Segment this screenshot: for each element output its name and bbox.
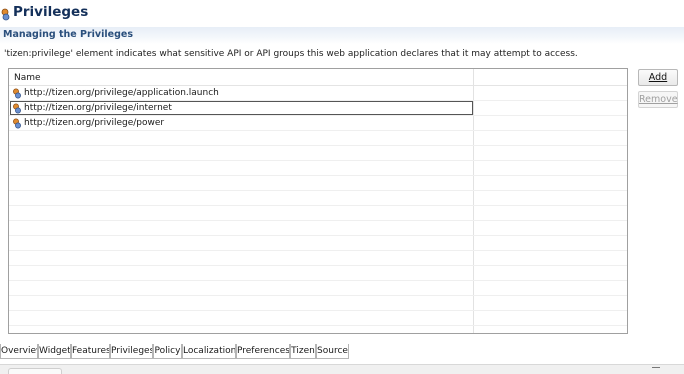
empty-row bbox=[9, 176, 627, 191]
table-row[interactable]: http://tizen.org/privilege/internet bbox=[9, 101, 627, 116]
privilege-key-icon bbox=[1, 8, 10, 21]
table-row[interactable]: http://tizen.org/privilege/application.l… bbox=[9, 86, 627, 101]
privilege-icon bbox=[13, 88, 21, 99]
privilege-name: http://tizen.org/privilege/internet bbox=[24, 103, 172, 113]
empty-row bbox=[9, 251, 627, 266]
tab-policy[interactable]: Policy bbox=[153, 344, 182, 359]
page-title: Privileges bbox=[13, 4, 89, 20]
editor-header: Privileges bbox=[0, 0, 684, 28]
section-header: Managing the Privileges bbox=[0, 27, 684, 44]
privilege-name: http://tizen.org/privilege/power bbox=[24, 118, 165, 128]
column-header-name[interactable]: Name bbox=[14, 73, 41, 83]
section-title: Managing the Privileges bbox=[3, 29, 133, 40]
empty-row bbox=[9, 131, 627, 146]
empty-row bbox=[9, 206, 627, 221]
table-header: Name bbox=[9, 69, 627, 86]
empty-row bbox=[9, 191, 627, 206]
tab-widget[interactable]: Widget bbox=[38, 344, 71, 359]
empty-row bbox=[9, 281, 627, 296]
remove-button[interactable]: Remove bbox=[638, 91, 678, 108]
empty-row bbox=[9, 221, 627, 236]
empty-row bbox=[9, 296, 627, 311]
add-button[interactable]: Add bbox=[638, 69, 678, 86]
empty-row bbox=[9, 146, 627, 161]
tab-features[interactable]: Features bbox=[71, 344, 110, 359]
tab-source[interactable]: Source bbox=[316, 344, 349, 359]
bottom-panel-tab[interactable] bbox=[8, 368, 62, 374]
tab-preferences[interactable]: Preferences bbox=[236, 344, 290, 359]
privilege-icon bbox=[13, 103, 21, 114]
tab-tizen[interactable]: Tizen bbox=[290, 344, 316, 359]
minimize-icon[interactable] bbox=[652, 367, 660, 371]
privilege-name: http://tizen.org/privilege/application.l… bbox=[24, 88, 219, 98]
tab-localization[interactable]: Localization bbox=[182, 344, 236, 359]
bottom-panel-strip bbox=[0, 364, 684, 374]
empty-row bbox=[9, 161, 627, 176]
tab-overview[interactable]: Overview bbox=[0, 344, 38, 359]
privileges-table[interactable]: Name http://tizen.org/privilege/applicat… bbox=[8, 68, 628, 334]
tab-privileges[interactable]: Privileges bbox=[110, 344, 153, 359]
editor-tabs: OverviewWidgetFeaturesPrivilegesPolicyLo… bbox=[0, 344, 684, 361]
empty-row bbox=[9, 311, 627, 326]
empty-row bbox=[9, 266, 627, 281]
section-description: 'tizen:privilege' element indicates what… bbox=[4, 49, 578, 59]
empty-row bbox=[9, 236, 627, 251]
table-row[interactable]: http://tizen.org/privilege/power bbox=[9, 116, 627, 131]
privilege-icon bbox=[13, 118, 21, 129]
